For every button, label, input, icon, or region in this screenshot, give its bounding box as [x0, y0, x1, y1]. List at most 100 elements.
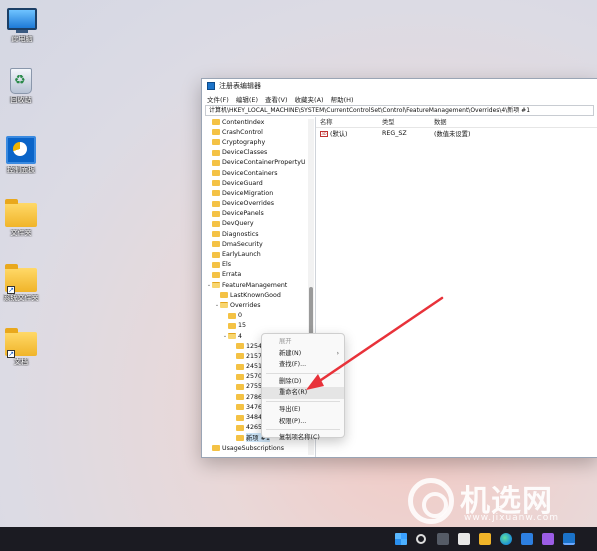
tree-item[interactable]: 15 — [202, 321, 305, 331]
tree-item-label: UsageSubscriptions — [222, 444, 285, 452]
folder-icon — [212, 261, 220, 268]
tree-item[interactable]: UsageSubscriptions — [202, 443, 305, 453]
tree-item[interactable]: ⌄ Overrides — [202, 300, 305, 310]
watermark-circle-icon — [408, 478, 454, 524]
tree-item[interactable]: DeviceContainerPropertyUpda — [202, 158, 305, 168]
value-row[interactable]: ab (默认) REG_SZ (数值未设置) — [316, 128, 597, 139]
title-bar[interactable]: 注册表编辑器 — [202, 79, 597, 93]
tree-item-label: DevicePanels — [222, 210, 264, 218]
task-view-icon[interactable] — [437, 533, 449, 545]
tree-item[interactable]: Errata — [202, 270, 305, 280]
ctx-new-label: 新建(N) — [279, 349, 302, 357]
tree-item-label: Errata — [222, 271, 242, 279]
ctx-permissions[interactable]: 权限(P)... — [262, 416, 344, 428]
documents-shortcut-desktop-icon[interactable]: ↗ 文档 — [1, 328, 41, 366]
folder-icon — [212, 231, 220, 238]
tree-item[interactable]: 0 — [202, 311, 305, 321]
desktop-icon-label: 此电脑 — [11, 35, 33, 43]
desktop-icon-label: 文档 — [14, 358, 28, 366]
tree-item[interactable]: DeviceClasses — [202, 148, 305, 158]
column-data-header[interactable]: 数据 — [430, 117, 510, 127]
watermark-url: www.jixuanw.com — [464, 513, 559, 523]
tree-item-label: LastKnownGood — [230, 291, 281, 299]
menu-help[interactable]: 帮助(H) — [331, 94, 354, 104]
folder-icon — [212, 180, 220, 187]
tree-item-label: DeviceClasses — [222, 149, 268, 157]
menu-separator — [266, 372, 340, 374]
tree-item[interactable]: DeviceOverrides — [202, 199, 305, 209]
tree-item[interactable]: Diagnostics — [202, 229, 305, 239]
tree-item[interactable]: ⌄ FeatureManagement — [202, 280, 305, 290]
column-type-header[interactable]: 类型 — [378, 117, 430, 127]
tree-item[interactable]: DmaSecurity — [202, 239, 305, 249]
watermark-logo: 机选网 www.jixuanw.com — [408, 476, 594, 528]
tree-item[interactable]: DevicePanels — [202, 209, 305, 219]
registry-editor-taskbar-icon[interactable] — [563, 533, 575, 545]
folder-icon — [228, 322, 236, 329]
ctx-rename[interactable]: 重命名(R) — [262, 387, 344, 399]
file-explorer-icon[interactable] — [479, 533, 491, 545]
folder-icon — [212, 170, 220, 177]
address-bar[interactable]: 计算机\HKEY_LOCAL_MACHINE\SYSTEM\CurrentCon… — [205, 105, 594, 116]
folder-icon — [236, 353, 244, 360]
tree-item-label: DeviceOverrides — [222, 200, 275, 208]
tree-item[interactable]: DeviceGuard — [202, 178, 305, 188]
ctx-export[interactable]: 导出(E) — [262, 404, 344, 416]
menu-view[interactable]: 查看(V) — [265, 94, 288, 104]
ctx-delete[interactable]: 删除(D) — [262, 376, 344, 388]
ctx-expand[interactable]: 展开 — [262, 336, 344, 348]
app-icon[interactable] — [542, 533, 554, 545]
tree-item[interactable]: DeviceMigration — [202, 188, 305, 198]
tree-item-label: DeviceGuard — [222, 179, 263, 187]
menu-separator — [266, 429, 340, 431]
menu-favorites[interactable]: 收藏夹(A) — [295, 94, 324, 104]
folder-shortcut-desktop-icon[interactable]: ↗ 系统文件夹 — [1, 264, 41, 302]
values-pane[interactable]: 名称 类型 数据 ab (默认) REG_SZ (数值未设置) — [316, 117, 597, 457]
tree-item[interactable]: DevQuery — [202, 219, 305, 229]
control-panel-icon — [6, 136, 36, 164]
ctx-copy-key-name[interactable]: 复制项名称(C) — [262, 432, 344, 444]
menu-edit[interactable]: 编辑(E) — [236, 94, 258, 104]
shortcut-arrow-icon: ↗ — [7, 350, 15, 358]
search-icon[interactable] — [416, 534, 426, 544]
context-menu: 展开 新建(N) › 查找(F)... 删除(D) 重命名(R) 导出(E) 权限… — [261, 333, 345, 441]
folder-icon — [212, 282, 220, 289]
widgets-icon[interactable] — [458, 533, 470, 545]
monitor-icon — [7, 8, 37, 30]
store-icon[interactable] — [521, 533, 533, 545]
desktop-icon-label: 控制面板 — [7, 166, 35, 174]
folder-icon — [236, 373, 244, 380]
menu-separator — [266, 400, 340, 402]
ctx-find[interactable]: 查找(F)... — [262, 359, 344, 371]
taskbar — [0, 527, 597, 551]
tree-item[interactable]: DeviceContainers — [202, 168, 305, 178]
menu-file[interactable]: 文件(F) — [207, 94, 229, 104]
recycle-bin-icon — [10, 68, 32, 94]
folder-icon — [236, 363, 244, 370]
tree-item-label: Diagnostics — [222, 230, 259, 238]
tree-item[interactable]: CrashControl — [202, 127, 305, 137]
edge-browser-icon[interactable] — [500, 533, 512, 545]
tree-item-label: ContentIndex — [222, 118, 265, 126]
menu-bar: 文件(F) 编辑(E) 查看(V) 收藏夹(A) 帮助(H) — [202, 93, 597, 105]
desktop-icon-label: 系统文件夹 — [3, 294, 39, 302]
recycle-bin-desktop-icon[interactable]: 回收站 — [1, 68, 41, 104]
folder-icon — [220, 302, 228, 309]
tree-item[interactable]: Cryptography — [202, 137, 305, 147]
ctx-new[interactable]: 新建(N) › — [262, 348, 344, 360]
start-icon[interactable] — [395, 533, 407, 545]
control-panel-desktop-icon[interactable]: 控制面板 — [1, 136, 41, 174]
tree-item[interactable]: LastKnownGood — [202, 290, 305, 300]
tree-item-label: Overrides — [230, 301, 261, 309]
tree-item[interactable]: EarlyLaunch — [202, 249, 305, 259]
folder-icon — [236, 434, 244, 441]
folder-desktop-icon[interactable]: 文件夹 — [1, 199, 41, 237]
folder-icon — [236, 343, 244, 350]
tree-item-label: 4 — [238, 332, 243, 340]
this-pc-desktop-icon[interactable]: 此电脑 — [2, 8, 42, 43]
tree-item-label: Cryptography — [222, 138, 266, 146]
tree-item-label: DmaSecurity — [222, 240, 263, 248]
column-name-header[interactable]: 名称 — [316, 117, 378, 127]
tree-item[interactable]: ContentIndex — [202, 117, 305, 127]
tree-item[interactable]: Els — [202, 260, 305, 270]
